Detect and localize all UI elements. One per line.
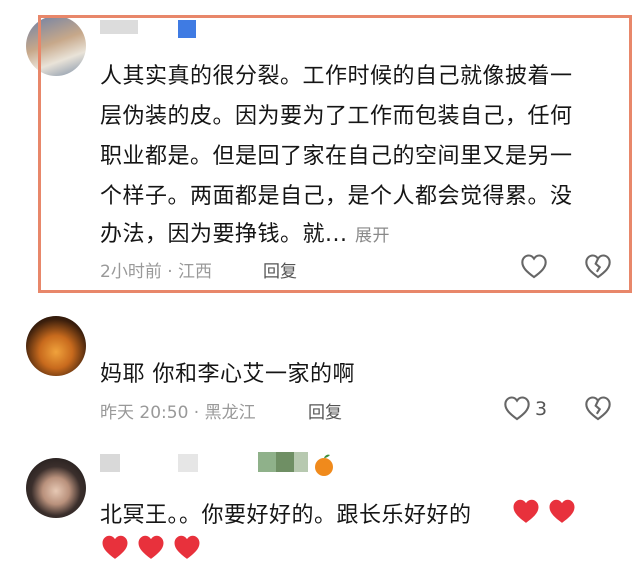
comment-text-line: 办法，因为要挣钱。就... 展开 bbox=[100, 216, 390, 248]
broken-heart-icon[interactable] bbox=[584, 395, 612, 421]
reply-button[interactable]: 回复 bbox=[308, 398, 342, 423]
comment-meta: 2小时前 · 江西 bbox=[100, 262, 213, 282]
username-blur bbox=[258, 452, 276, 472]
comment-text-line: 层伪装的皮。因为要为了工作而包装自己，任何 bbox=[100, 104, 573, 129]
expand-link[interactable]: 展开 bbox=[355, 226, 390, 246]
red-heart-emoji bbox=[513, 499, 539, 523]
avatar[interactable] bbox=[26, 458, 86, 518]
reply-button[interactable]: 回复 bbox=[263, 257, 297, 282]
comment-text-line: 个样子。两面都是自己，是个人都会觉得累。没 bbox=[100, 184, 573, 209]
comment-text: 北冥王。。你要好好的。跟长乐好好的 bbox=[100, 497, 472, 529]
broken-heart-icon[interactable] bbox=[584, 253, 612, 279]
red-heart-emoji bbox=[102, 535, 128, 559]
like-count: 3 bbox=[535, 398, 548, 420]
red-heart-emoji bbox=[549, 499, 575, 523]
red-heart-emoji bbox=[138, 535, 164, 559]
username-blur bbox=[294, 452, 308, 472]
avatar[interactable] bbox=[26, 316, 86, 376]
comment-text-content: 北冥王。。你要好好的。跟长乐好好的 bbox=[100, 503, 472, 528]
comment-text-line: 人其实真的很分裂。工作时候的自己就像披着一 bbox=[100, 64, 573, 89]
comment-text-truncated: 办法，因为要挣钱。就... bbox=[100, 222, 348, 247]
username-blur bbox=[276, 452, 294, 472]
username-blur bbox=[178, 454, 198, 472]
red-heart-emoji bbox=[174, 535, 200, 559]
heart-outline-icon[interactable] bbox=[520, 253, 548, 279]
comment-text-line: 职业都是。但是回了家在自己的空间里又是另一 bbox=[100, 144, 573, 169]
username-blur bbox=[100, 454, 120, 472]
comment-text: 妈耶 你和李心艾一家的啊 bbox=[100, 362, 355, 387]
orange-emoji bbox=[315, 454, 333, 476]
heart-outline-icon[interactable] bbox=[503, 395, 531, 421]
comment-meta: 昨天 20:50 · 黑龙江 bbox=[100, 403, 256, 423]
